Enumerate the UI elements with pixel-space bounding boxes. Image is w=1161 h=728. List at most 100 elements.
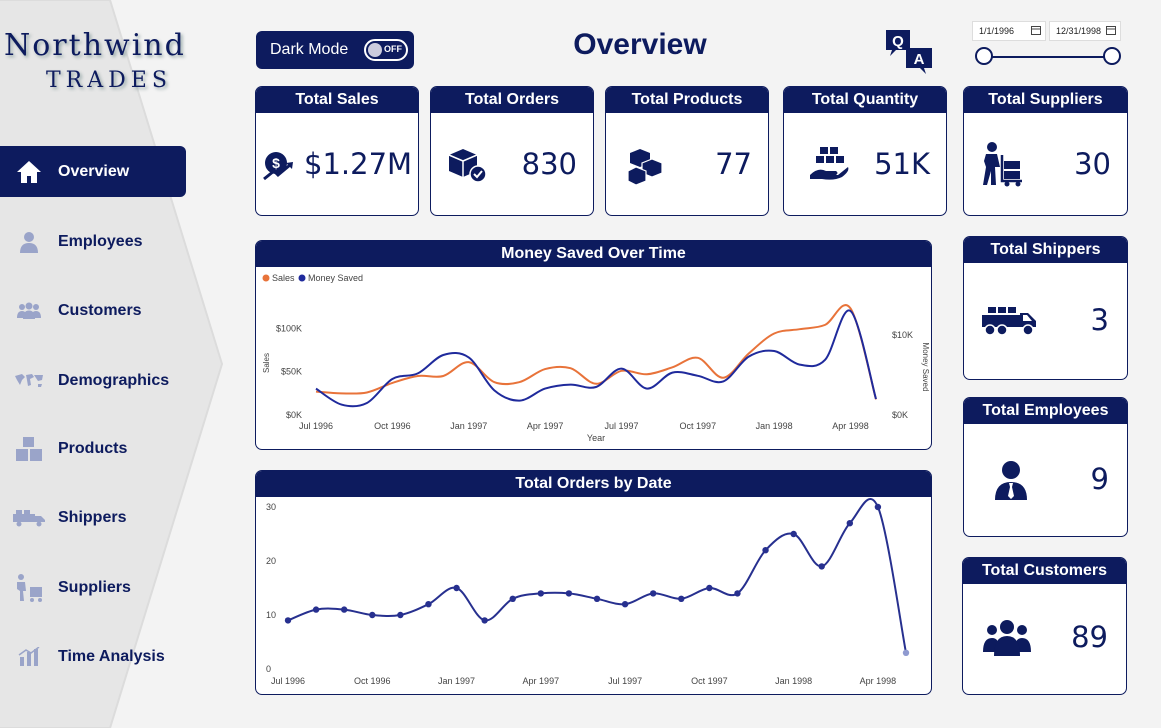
date-slider-start-handle[interactable] xyxy=(975,47,993,65)
kpi-card-total-products: Total Products 77 xyxy=(605,86,769,216)
kpi-title: Total Quantity xyxy=(784,87,946,113)
legend-marker-money-saved xyxy=(298,274,306,282)
data-point xyxy=(790,530,797,538)
y2-tick-label: $0K xyxy=(892,410,908,420)
nav-item-employees[interactable]: Employees xyxy=(0,216,186,267)
money-saved-chart: Sales Money Saved $0K $50K $100K $0K $10K Sales… xyxy=(262,273,930,443)
data-point xyxy=(818,563,825,570)
qa-icon[interactable]: Q A xyxy=(884,28,934,78)
logo-northwind: Northwind xyxy=(4,28,186,63)
y-tick-label: $50K xyxy=(281,367,302,377)
nav-item-suppliers[interactable]: Suppliers xyxy=(0,562,186,613)
nav-item-demographics[interactable]: Demographics xyxy=(0,355,186,406)
sidebar: Northwind TRADES Overview Employees Cust… xyxy=(0,0,230,728)
hand-boxes-icon xyxy=(810,147,849,180)
employee-icon xyxy=(995,461,1027,500)
nav-item-label: Employees xyxy=(58,232,143,250)
bar-chart-icon xyxy=(0,646,58,667)
kpi-value: 51K xyxy=(874,147,930,181)
y-tick-label: 0 xyxy=(266,664,271,674)
kpi-card-total-quantity: Total Quantity 51K xyxy=(783,86,947,216)
y-tick-label: $100K xyxy=(276,323,302,333)
y2-axis-title: Money Saved xyxy=(921,343,930,392)
svg-text:A: A xyxy=(914,51,925,68)
calendar-icon[interactable] xyxy=(1106,25,1116,35)
money-growth-icon: $ xyxy=(263,152,293,181)
nav-item-time-analysis[interactable]: Time Analysis xyxy=(0,631,186,682)
data-point xyxy=(706,584,713,592)
nav-item-products[interactable]: Products xyxy=(0,423,186,474)
x-tick-label: Jul 1996 xyxy=(299,421,333,431)
boxes-icon xyxy=(0,436,58,462)
truck-icon xyxy=(0,509,58,527)
nav-item-customers[interactable]: Customers xyxy=(0,285,186,336)
x-tick-label: Apr 1997 xyxy=(523,676,560,686)
kpi-title: Total Customers xyxy=(963,558,1126,584)
kpi-title: Total Shippers xyxy=(964,237,1127,263)
chart-title: Money Saved Over Time xyxy=(256,241,931,267)
toggle-state-label: OFF xyxy=(384,44,402,54)
kpi-title: Total Employees xyxy=(964,398,1127,424)
toggle-switch[interactable]: OFF xyxy=(364,39,408,61)
end-date-input[interactable]: 12/31/1998 xyxy=(1049,21,1121,41)
kpi-value: 830 xyxy=(521,147,577,181)
kpi-title: Total Products xyxy=(606,87,768,113)
home-icon xyxy=(0,159,58,185)
legend-marker-sales xyxy=(262,274,270,282)
data-point xyxy=(678,595,685,602)
legend-label-money-saved: Money Saved xyxy=(308,273,363,283)
logo-trades: TRADES xyxy=(46,68,172,93)
orders-by-date-chart: 0 10 20 30 Jul 1996 Oct 1996 Jan 1997 Apr 1997 J… xyxy=(266,498,910,686)
date-slider-end-handle[interactable] xyxy=(1103,47,1121,65)
nav-item-label: Demographics xyxy=(58,371,170,389)
start-date-input[interactable]: 1/1/1996 xyxy=(972,21,1046,41)
kpi-card-total-orders: Total Orders 830 xyxy=(430,86,594,216)
dolly-worker-icon xyxy=(0,573,58,603)
nav-item-label: Overview xyxy=(58,162,130,180)
data-point xyxy=(734,590,741,597)
nav-item-label: Products xyxy=(58,439,128,457)
kpi-title: Total Orders xyxy=(431,87,593,113)
data-point xyxy=(369,611,376,619)
y-tick-label: 30 xyxy=(266,502,276,512)
data-point xyxy=(425,601,432,608)
x-tick-label: Oct 1996 xyxy=(354,676,391,686)
x-tick-label: Apr 1997 xyxy=(527,421,564,431)
svg-text:Q: Q xyxy=(892,33,904,50)
dark-mode-toggle[interactable]: Dark Mode OFF xyxy=(256,31,414,69)
money-saved-chart-card: Money Saved Over Time Sales Money Saved $0… xyxy=(255,240,932,450)
y-axis-title: Sales xyxy=(262,353,271,373)
kpi-value: 3 xyxy=(1090,303,1109,337)
kpi-value: 9 xyxy=(1090,462,1109,496)
y-tick-label: 10 xyxy=(266,610,276,620)
data-point xyxy=(481,617,488,624)
nav-item-overview[interactable]: Overview xyxy=(0,146,186,197)
kpi-card-total-employees: Total Employees 9 xyxy=(963,397,1128,537)
kpi-title: Total Sales xyxy=(256,87,418,113)
kpi-value: 77 xyxy=(715,147,752,181)
boxes-icon xyxy=(628,149,663,185)
series-line-money-saved xyxy=(315,309,877,408)
data-point xyxy=(509,595,516,602)
x-tick-label: Jul 1997 xyxy=(604,421,638,431)
x-axis-title: Year xyxy=(587,433,605,443)
x-tick-label: Jan 1998 xyxy=(775,676,812,686)
x-tick-label: Jan 1997 xyxy=(450,421,487,431)
x-tick-label: Jul 1997 xyxy=(608,676,642,686)
data-point xyxy=(565,590,573,597)
nav-item-shippers[interactable]: Shippers xyxy=(0,492,186,543)
y-tick-label: 20 xyxy=(266,556,276,566)
person-icon xyxy=(0,231,58,253)
dolly-worker-icon xyxy=(983,142,1022,187)
series-line-orders xyxy=(287,498,907,653)
kpi-title: Total Suppliers xyxy=(964,87,1127,113)
date-range-slider-track[interactable] xyxy=(984,56,1112,58)
x-tick-label: Oct 1996 xyxy=(374,421,411,431)
kpi-value: $1.27M xyxy=(304,147,413,181)
kpi-value: 30 xyxy=(1074,147,1111,181)
x-tick-label: Apr 1998 xyxy=(832,421,869,431)
data-point xyxy=(284,617,292,624)
calendar-icon[interactable] xyxy=(1031,25,1041,35)
x-tick-label: Apr 1998 xyxy=(860,676,897,686)
x-tick-label: Oct 1997 xyxy=(691,676,728,686)
